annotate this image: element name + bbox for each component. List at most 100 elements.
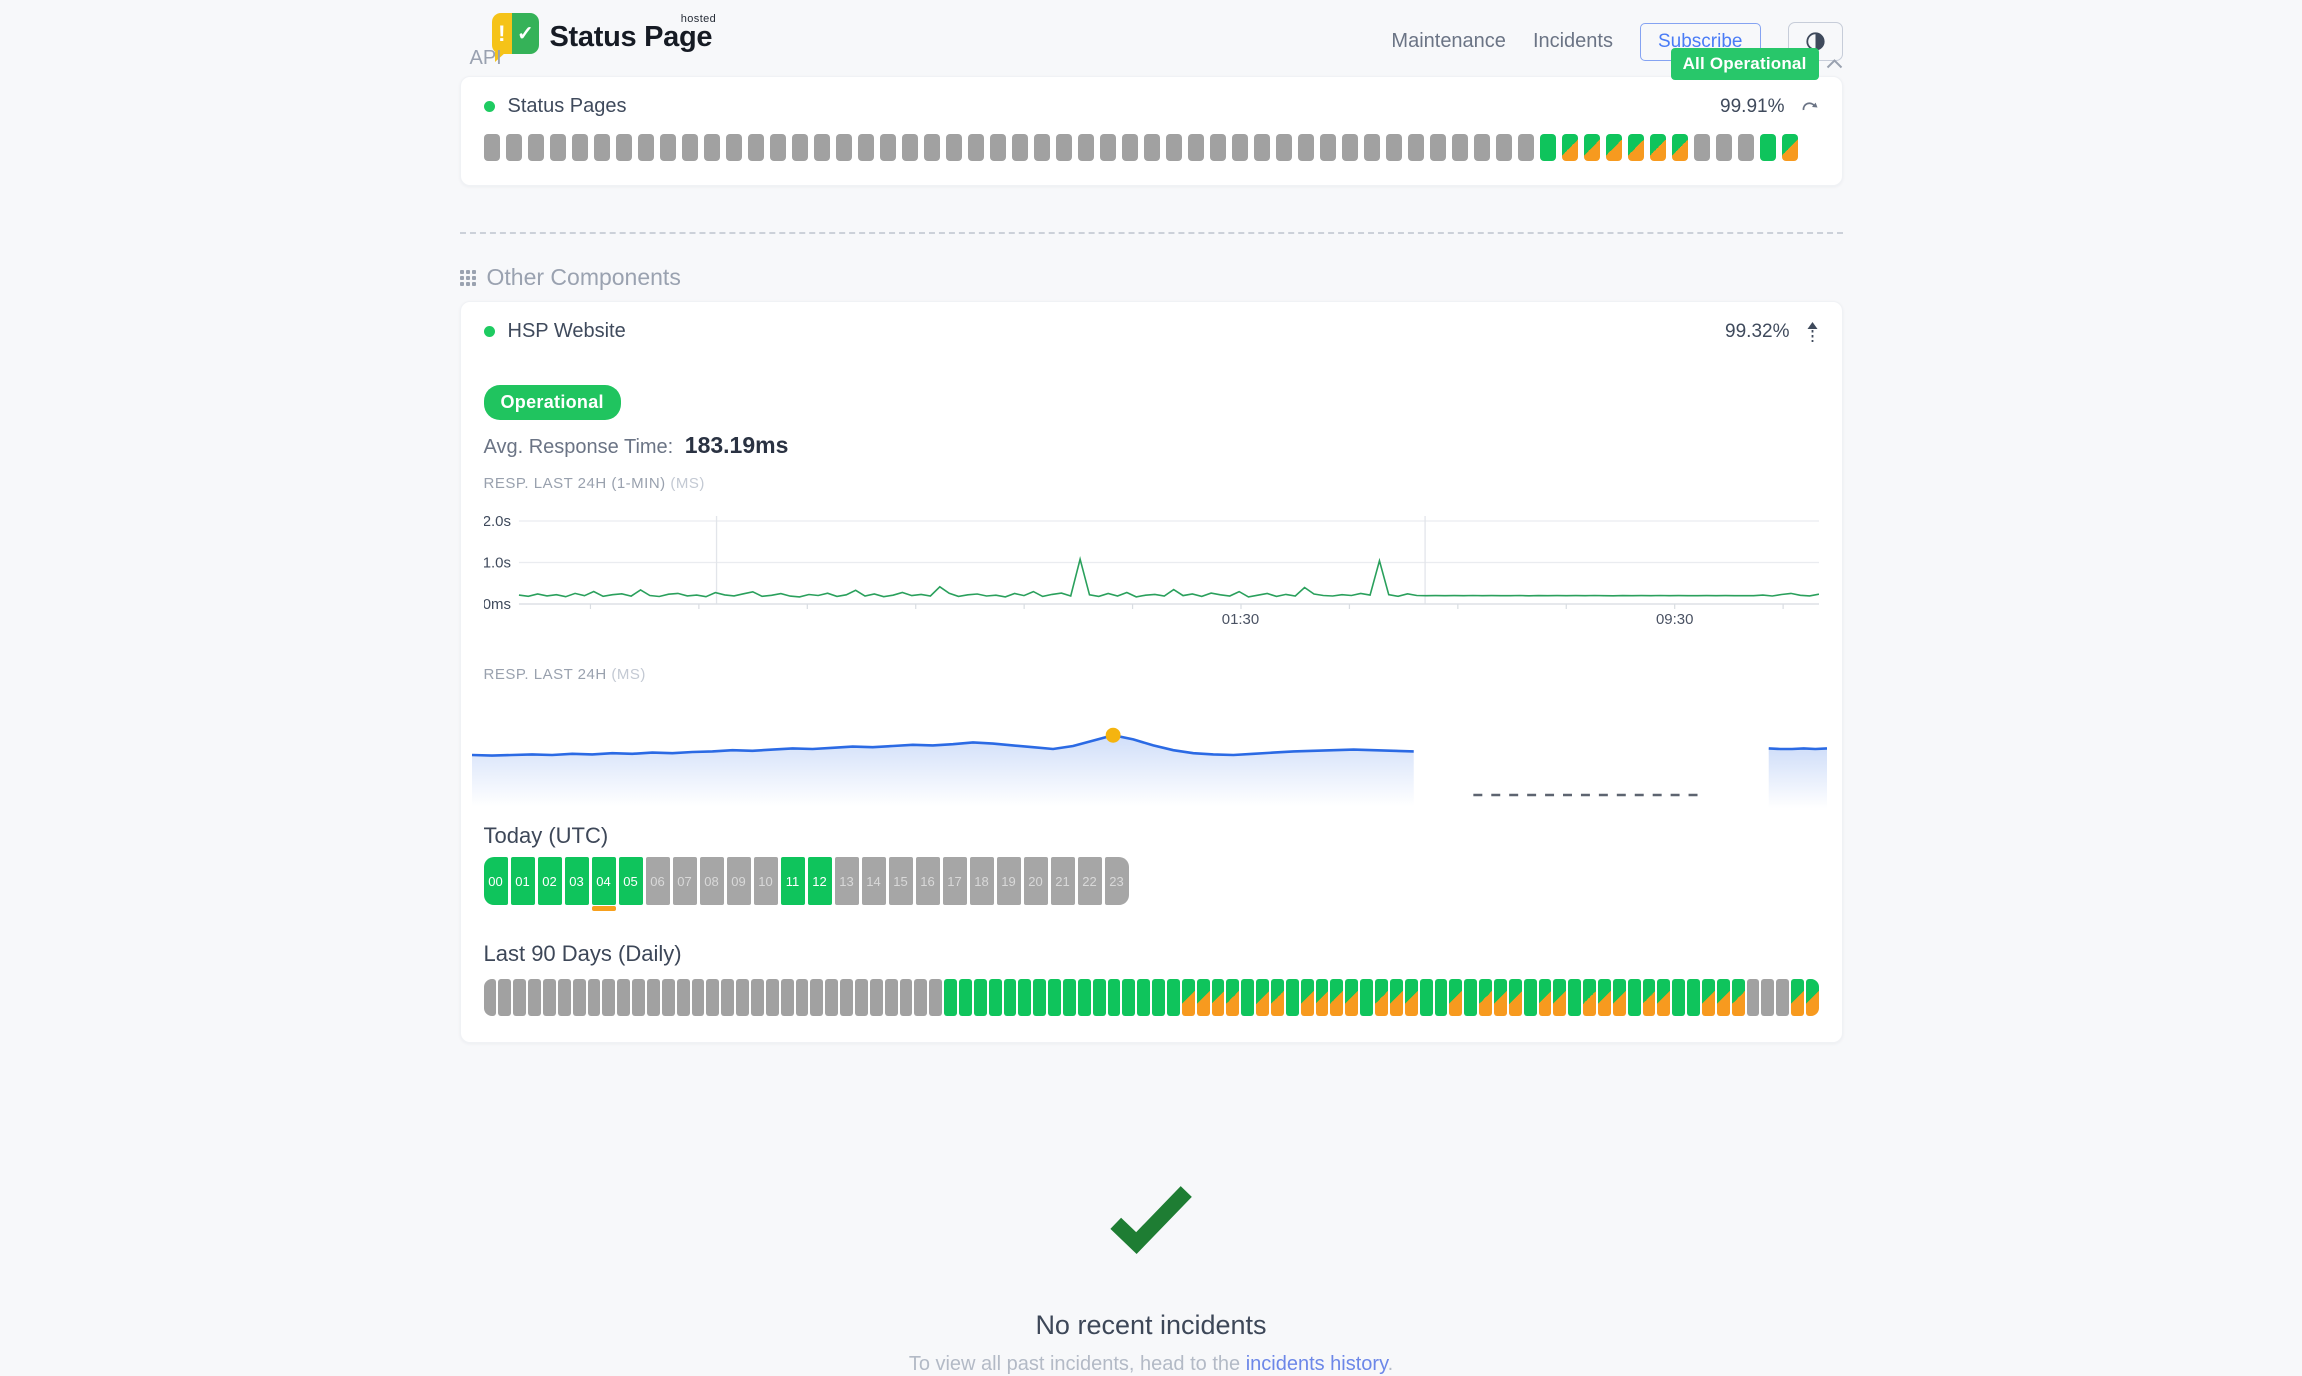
uptime-bar (1716, 134, 1732, 161)
hour-block: 10 (754, 857, 778, 905)
uptime-bar (1188, 134, 1204, 161)
subtitle-suffix: . (1388, 1353, 1394, 1375)
day-block (989, 979, 1002, 1016)
logo-check-icon: ✓ (512, 13, 538, 54)
uptime-percentage: 99.32% (1725, 321, 1789, 343)
day-block (1761, 979, 1774, 1016)
response-time-area-chart (472, 719, 1827, 819)
day-block (1122, 979, 1135, 1016)
today-hour-blocks: 0001020304050607080910111213141516171819… (484, 857, 1819, 905)
day-block (1330, 979, 1343, 1016)
chart1-label-text: RESP. LAST 24H (1-MIN) (484, 475, 666, 492)
refresh-button[interactable] (1801, 99, 1819, 114)
hour-block: 17 (943, 857, 967, 905)
day-block (647, 979, 660, 1016)
day-block (796, 979, 809, 1016)
nav-incidents-link[interactable]: Incidents (1533, 30, 1613, 53)
day-block (1316, 979, 1329, 1016)
day-block (736, 979, 749, 1016)
day-block (1301, 979, 1314, 1016)
uptime-bar (1738, 134, 1754, 161)
hour-block: 04 (592, 857, 616, 905)
uptime-bar (1364, 134, 1380, 161)
arrow-up-dotted-icon (1806, 321, 1819, 343)
uptime-bar (1144, 134, 1160, 161)
hour-block: 19 (997, 857, 1021, 905)
day-block (677, 979, 690, 1016)
status-dot (484, 326, 495, 337)
uptime-bar (1562, 134, 1578, 161)
day-block (766, 979, 779, 1016)
status-badge[interactable]: All Operational (1671, 48, 1819, 80)
day-block (1048, 979, 1061, 1016)
uptime-bar (1782, 134, 1798, 161)
uptime-bar (1386, 134, 1402, 161)
day-block (1405, 979, 1418, 1016)
hour-block: 07 (673, 857, 697, 905)
day-block (840, 979, 853, 1016)
subtitle-prefix: To view all past incidents, head to the (909, 1353, 1246, 1375)
operational-badge: Operational (484, 385, 621, 420)
day-block (602, 979, 615, 1016)
uptime-bar (1628, 134, 1644, 161)
hour-block: 15 (889, 857, 913, 905)
hour-block: 16 (916, 857, 940, 905)
day-block (558, 979, 571, 1016)
component-row: Status Pages 99.91% (484, 95, 1819, 118)
uptime-bar (550, 134, 566, 161)
uptime-bar (1474, 134, 1490, 161)
collapse-button[interactable] (1806, 321, 1819, 343)
header: ! ✓ Status Page hosted Maintenance Incid… (460, 0, 1843, 76)
incidents-history-link[interactable]: incidents history (1246, 1353, 1388, 1375)
day-block (751, 979, 764, 1016)
incidents-footer: No recent incidents To view all past inc… (460, 1183, 1843, 1376)
uptime-bar (1320, 134, 1336, 161)
uptime-bar (1298, 134, 1314, 161)
nav-maintenance-link[interactable]: Maintenance (1391, 30, 1506, 53)
component-name: Status Pages (508, 95, 627, 118)
hour-block: 12 (808, 857, 832, 905)
hour-block: 14 (862, 857, 886, 905)
hour-block: 23 (1105, 857, 1129, 905)
uptime-bar (1012, 134, 1028, 161)
chart1-label: RESP. LAST 24H (1-MIN) (MS) (484, 475, 1819, 492)
hour-block: 03 (565, 857, 589, 905)
day-block (1004, 979, 1017, 1016)
refresh-icon (1801, 99, 1819, 114)
uptime-bar (1100, 134, 1116, 161)
hour-block: 21 (1051, 857, 1075, 905)
day-block (1375, 979, 1388, 1016)
day-block (706, 979, 719, 1016)
day-block (1018, 979, 1031, 1016)
last90-title: Last 90 Days (Daily) (484, 941, 1819, 967)
avg-response-value: 183.19ms (685, 432, 789, 458)
uptime-bar (484, 134, 500, 161)
uptime-bar (836, 134, 852, 161)
uptime-bar (1518, 134, 1534, 161)
day-block (914, 979, 927, 1016)
day-block (632, 979, 645, 1016)
day-block (1806, 979, 1819, 1016)
day-block (721, 979, 734, 1016)
chevron-up-icon[interactable] (1826, 59, 1843, 69)
day-block (1687, 979, 1700, 1016)
uptime-bar (1694, 134, 1710, 161)
uptime-bar (1056, 134, 1072, 161)
uptime-bar (1540, 134, 1556, 161)
day-block (1524, 979, 1537, 1016)
day-block (1776, 979, 1789, 1016)
uptime-bar (572, 134, 588, 161)
chart2-label-text: RESP. LAST 24H (484, 666, 607, 683)
uptime-bar (1430, 134, 1446, 161)
day-block (1420, 979, 1433, 1016)
uptime-bar (1496, 134, 1512, 161)
hour-block: 20 (1024, 857, 1048, 905)
day-block (1271, 979, 1284, 1016)
uptime-bar (682, 134, 698, 161)
uptime-bar (968, 134, 984, 161)
uptime-bar (880, 134, 896, 161)
uptime-bar (1606, 134, 1622, 161)
brand[interactable]: ! ✓ Status Page hosted (492, 13, 713, 54)
hour-block: 22 (1078, 857, 1102, 905)
day-block (1286, 979, 1299, 1016)
